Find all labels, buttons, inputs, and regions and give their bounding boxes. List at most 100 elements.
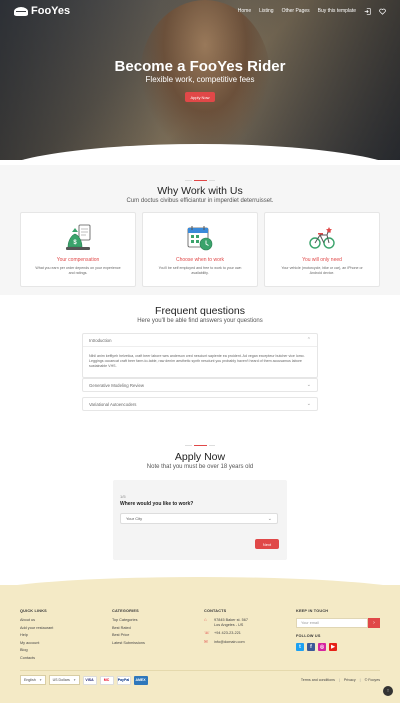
next-button[interactable]: Next [255, 539, 279, 549]
footer-link[interactable]: My account [20, 641, 53, 646]
heart-icon[interactable] [379, 8, 386, 15]
visa-icon: VISA [82, 675, 97, 685]
footer-keep-in-touch: KEEP IN TOUCH Your email › FOLLOW US t f… [296, 609, 380, 651]
nav-other-pages[interactable]: Other Pages [282, 8, 310, 14]
footer-link[interactable]: About us [20, 618, 53, 623]
currency-select[interactable]: US Dollars ▾ [48, 675, 80, 685]
footer-link[interactable]: Top Categories [112, 618, 145, 623]
home-icon: ⌂ [204, 617, 207, 622]
benefit-title: Choose when to work [175, 257, 225, 263]
top-navigation: FooYes Home Listing Other Pages Buy this… [0, 0, 400, 22]
twitter-icon[interactable]: t [296, 643, 304, 651]
section-divider [185, 180, 215, 182]
benefit-text: Your vehicle (motorcycle, bike or car), … [281, 266, 363, 275]
footer-link[interactable]: Help [20, 633, 53, 638]
faq-item-open: Introduction ⌃ Nihil anim keffiyeh helve… [82, 333, 318, 378]
email-address[interactable]: info@domain.com [214, 640, 245, 645]
facebook-icon[interactable]: f [307, 643, 315, 651]
back-to-top-button[interactable]: ↑ [383, 686, 393, 696]
nav-buy-template[interactable]: Buy this template [318, 8, 356, 14]
benefit-title: You will only need [302, 257, 342, 263]
mastercard-icon: MC [99, 675, 114, 685]
instagram-icon[interactable]: ◎ [318, 643, 326, 651]
faq-question-text: Generative Modeling Review [89, 382, 144, 388]
hero-apply-button[interactable]: Apply Now [185, 92, 215, 102]
footer-link[interactable]: Latest Submissions [112, 641, 145, 646]
brand-name: FooYes [31, 5, 71, 17]
bicycle-icon [309, 227, 335, 249]
footer-link[interactable]: Best Rated [112, 626, 145, 631]
why-subtitle: Cum doctus civibus efficiantur in imperd… [126, 198, 274, 204]
copyright: © Fooyes [364, 678, 380, 682]
chevron-down-icon: ⌄ [306, 382, 311, 388]
city-select[interactable]: Your City ⌄ [120, 513, 278, 524]
separator: | [359, 678, 361, 682]
benefit-card: $ Your compensation What you earn per or… [20, 212, 136, 287]
faq-question[interactable]: Introduction ⌃ [83, 334, 317, 346]
newsletter-email-input[interactable]: Your email [296, 618, 368, 628]
social-links: t f ◎ ▶ [296, 643, 380, 651]
separator: | [338, 678, 340, 682]
step-indicator: 1/5 [120, 494, 126, 499]
language-value: English [24, 678, 36, 682]
hero-title: Become a FooYes Rider [114, 58, 286, 75]
city-select-value: Your City [126, 516, 143, 521]
money-bag-icon: $ [66, 224, 91, 250]
chevron-down-icon: ▾ [39, 678, 42, 682]
phone-number[interactable]: +94 423-23-221 [214, 631, 241, 636]
footer-link[interactable]: Blog [20, 648, 53, 653]
benefit-title: Your compensation [56, 257, 100, 263]
footer-curve [0, 577, 400, 595]
amex-icon: AMEX [133, 675, 148, 685]
footer-heading: QUICK LINKS [20, 609, 47, 613]
footer-link[interactable]: Add your restaurant [20, 626, 53, 631]
footer-link[interactable]: Best Price [112, 633, 145, 638]
footer-link[interactable]: Contacts [20, 656, 53, 661]
footer-heading: FOLLOW US [296, 634, 321, 638]
terms-link[interactable]: Terms and conditions [301, 678, 335, 682]
hero-banner: FooYes Home Listing Other Pages Buy this… [0, 0, 400, 160]
envelope-icon: ✉ [204, 638, 208, 644]
footer-bottom-left: English ▾ US Dollars ▾ VISA MC PayPal AM… [20, 675, 148, 685]
paypal-icon: PayPal [116, 675, 131, 685]
benefit-text: You'll be self employed and free to work… [158, 266, 242, 275]
benefit-cards: $ Your compensation What you earn per or… [20, 212, 380, 287]
footer: QUICK LINKS About us Add your restaurant… [0, 577, 400, 703]
faq-question[interactable]: Generative Modeling Review ⌄ [83, 379, 317, 391]
currency-value: US Dollars [52, 678, 70, 682]
section-divider [185, 445, 215, 447]
faq-question[interactable]: Variational Autoencoders ⌄ [83, 398, 317, 410]
faq-question-text: Introduction [89, 337, 112, 343]
main-menu: Home Listing Other Pages Buy this templa… [238, 7, 386, 15]
cloche-icon [14, 6, 28, 16]
faq-answer: Nihil anim keffiyeh helvetica, craft bee… [83, 346, 317, 377]
youtube-icon[interactable]: ▶ [329, 643, 337, 651]
apply-subtitle: Note that you must be over 18 years old [146, 464, 254, 470]
arrow-right-icon: › [373, 620, 375, 626]
nav-home[interactable]: Home [238, 8, 251, 14]
phone-icon: ☏ [204, 630, 210, 635]
faq-title: Frequent questions [155, 305, 245, 317]
benefit-text: What you earn per order depends on your … [35, 266, 121, 275]
faq-item[interactable]: Generative Modeling Review ⌄ [82, 378, 318, 392]
apply-title: Apply Now [174, 451, 226, 463]
newsletter-submit-button[interactable]: › [368, 618, 380, 628]
address-line: 97845 Baker st. 567 [214, 618, 248, 622]
brand-logo[interactable]: FooYes [14, 5, 70, 17]
footer-heading: KEEP IN TOUCH [296, 609, 329, 613]
chevron-down-icon: ▾ [73, 678, 76, 682]
login-icon[interactable] [364, 7, 371, 15]
language-select[interactable]: English ▾ [20, 675, 46, 685]
footer-categories: CATEGORIES Top Categories Best Rated Bes… [112, 609, 145, 648]
faq-item[interactable]: Variational Autoencoders ⌄ [82, 397, 318, 411]
footer-legal: Terms and conditions | Privacy | © Fooye… [301, 678, 380, 682]
contact-address: ⌂ 97845 Baker st. 567 Los Angeles - US [204, 617, 248, 627]
faq-subtitle: Here you'll be able find answers your qu… [137, 318, 263, 324]
newsletter-form: Your email › [296, 618, 380, 628]
benefit-card: Choose when to work You'll be self emplo… [142, 212, 258, 287]
benefit-card: You will only need Your vehicle (motorcy… [264, 212, 380, 287]
nav-listing[interactable]: Listing [259, 8, 273, 14]
footer-heading: CONTACTS [204, 609, 227, 613]
privacy-link[interactable]: Privacy [344, 678, 356, 682]
footer-contacts: CONTACTS ⌂ 97845 Baker st. 567 Los Angele… [204, 609, 248, 648]
